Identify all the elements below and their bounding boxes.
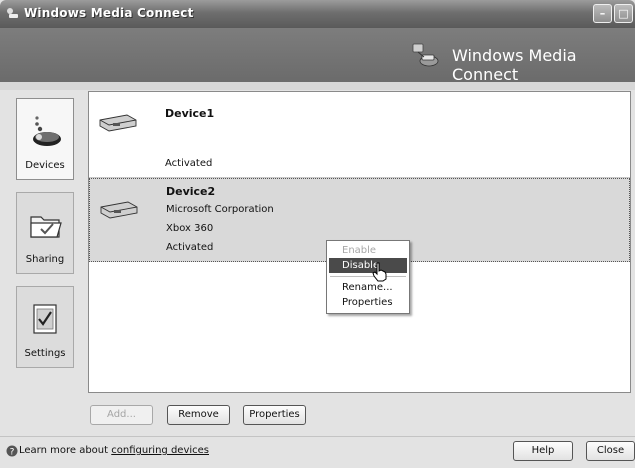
device-list-item[interactable]: Device1 Activated bbox=[89, 92, 630, 178]
nav-devices[interactable]: Devices bbox=[16, 98, 74, 180]
nav-sharing[interactable]: Sharing bbox=[16, 192, 74, 274]
remove-button[interactable]: Remove bbox=[167, 405, 230, 425]
nav-settings[interactable]: Settings bbox=[16, 286, 74, 368]
nav-devices-label: Devices bbox=[25, 160, 65, 171]
help-button[interactable]: Help bbox=[513, 441, 573, 461]
menu-item-enable[interactable]: Enable bbox=[329, 243, 407, 258]
add-button[interactable]: Add... bbox=[90, 405, 153, 425]
menu-item-rename[interactable]: Rename... bbox=[329, 280, 407, 295]
menu-item-properties[interactable]: Properties bbox=[329, 295, 407, 310]
menu-separator bbox=[330, 276, 406, 277]
close-button[interactable]: Close bbox=[586, 441, 635, 461]
context-menu: Enable Disable Rename... Properties bbox=[326, 240, 410, 314]
device-name: Device1 bbox=[165, 107, 215, 120]
device-manufacturer: Microsoft Corporation bbox=[166, 204, 274, 215]
device-name: Device2 bbox=[166, 185, 216, 198]
header-divider bbox=[0, 82, 635, 90]
shared-folder-icon bbox=[30, 216, 62, 238]
header-title: Windows Media Connect bbox=[452, 46, 577, 84]
configuring-devices-link[interactable]: configuring devices bbox=[111, 445, 209, 456]
hand-cursor-icon bbox=[372, 262, 387, 282]
device-icon bbox=[100, 201, 138, 219]
window-title: Windows Media Connect bbox=[24, 6, 194, 20]
properties-button[interactable]: Properties bbox=[243, 405, 306, 425]
maximize-button[interactable]: □ bbox=[614, 4, 633, 23]
device-icon bbox=[99, 114, 137, 132]
media-connect-logo-icon bbox=[412, 43, 439, 67]
settings-checklist-icon bbox=[33, 304, 57, 334]
nav-sharing-label: Sharing bbox=[25, 254, 65, 265]
status-text: Learn more about configuring devices bbox=[19, 445, 209, 456]
help-icon: ? bbox=[6, 445, 18, 457]
status-text-prefix: Learn more about bbox=[19, 445, 112, 456]
app-icon bbox=[7, 8, 18, 18]
title-bar[interactable]: Windows Media Connect – □ × bbox=[0, 0, 635, 28]
svg-text:?: ? bbox=[10, 448, 15, 458]
menu-item-disable[interactable]: Disable bbox=[329, 258, 407, 273]
device-model: Xbox 360 bbox=[166, 223, 214, 234]
device-status: Activated bbox=[165, 158, 213, 169]
devices-icon bbox=[33, 116, 61, 146]
media-connect-window: Windows Media Connect – □ × Windows Medi… bbox=[0, 0, 635, 468]
device-status: Activated bbox=[166, 242, 214, 253]
nav-settings-label: Settings bbox=[24, 348, 66, 359]
minimize-button[interactable]: – bbox=[593, 4, 612, 23]
